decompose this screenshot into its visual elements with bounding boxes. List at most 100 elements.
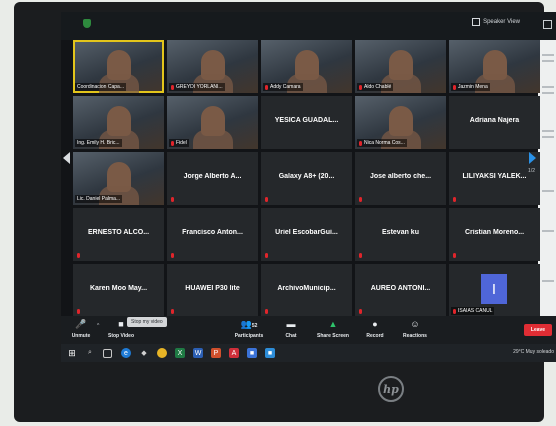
- search-icon[interactable]: ⌕: [85, 348, 95, 358]
- file-explorer-icon[interactable]: ◆: [139, 348, 149, 358]
- participant-tile[interactable]: Karen Moo May...: [73, 264, 164, 317]
- participant-video: [98, 50, 139, 93]
- participant-tile[interactable]: Adriana Najera: [449, 96, 540, 149]
- participant-tile[interactable]: GREYDI YORLANI...: [167, 40, 258, 93]
- participant-tile[interactable]: ArchivoMunicip...: [261, 264, 352, 317]
- mic-muted-icon: [77, 253, 80, 258]
- participant-tile[interactable]: I ISAIAS CANUL: [449, 264, 540, 317]
- reactions-button[interactable]: ☺ Reactions: [397, 319, 433, 339]
- chat-icon: ▬: [286, 319, 296, 329]
- participant-avatar: I: [481, 274, 507, 304]
- previous-page-arrow[interactable]: [63, 152, 70, 164]
- participant-label: Aldo Chablé: [357, 83, 394, 91]
- view-toggle-button[interactable]: Speaker View: [472, 18, 520, 26]
- participants-icon: 👥52: [240, 319, 258, 329]
- record-button[interactable]: ● Record: [357, 319, 393, 339]
- word-icon[interactable]: W: [193, 348, 203, 358]
- participant-tile[interactable]: HUAWEI P30 lite: [167, 264, 258, 317]
- participant-tile[interactable]: Addy Camara: [261, 40, 352, 93]
- participant-tile[interactable]: Fidel: [167, 96, 258, 149]
- pdf-icon[interactable]: A: [229, 348, 239, 358]
- participant-tile[interactable]: Lic. Daniel Palma...: [73, 152, 164, 205]
- participant-tile[interactable]: YESICA GUADAL...: [261, 96, 352, 149]
- participant-tile[interactable]: Uriel EscobarGui...: [261, 208, 352, 261]
- zoom-meeting-icon[interactable]: ■: [265, 348, 275, 358]
- participant-tile[interactable]: ERNESTO ALCO...: [73, 208, 164, 261]
- windows-start-icon[interactable]: ⊞: [67, 348, 77, 358]
- participant-name-center: Jose alberto che...: [369, 173, 432, 180]
- chat-side-panel: [538, 40, 556, 330]
- participant-label: [263, 308, 270, 315]
- meeting-topbar: Speaker View: [61, 12, 556, 40]
- next-page-arrow[interactable]: [529, 152, 536, 164]
- edge-icon[interactable]: e: [121, 348, 131, 358]
- participant-tile[interactable]: Francisco Anton...: [167, 208, 258, 261]
- participant-tile[interactable]: Jose alberto che...: [355, 152, 446, 205]
- participant-name-center: AUREO ANTONI...: [370, 285, 431, 292]
- participant-tile[interactable]: LILIYAKSI YALEK...: [449, 152, 540, 205]
- participant-label: [451, 252, 458, 259]
- participant-name: Jazmin Mena: [458, 84, 488, 90]
- unmute-button[interactable]: 🎤 Unmute: [63, 319, 99, 339]
- powerpoint-icon[interactable]: P: [211, 348, 221, 358]
- participant-tile[interactable]: Jorge Alberto A...: [167, 152, 258, 205]
- participant-tile[interactable]: Estevan ku: [355, 208, 446, 261]
- participant-video: [380, 106, 421, 149]
- participant-label: Coordinacion Capa...: [75, 83, 126, 91]
- participant-label: Fidel: [169, 139, 189, 147]
- participant-name-center: ArchivoMunicip...: [277, 285, 336, 292]
- participant-video: [192, 106, 233, 149]
- participant-name: Nica Norma Cos...: [364, 140, 405, 146]
- participant-tile[interactable]: AUREO ANTONI...: [355, 264, 446, 317]
- mic-muted-icon: [359, 309, 362, 314]
- mic-muted-icon: [171, 253, 174, 258]
- participant-name-center: HUAWEI P30 lite: [185, 285, 240, 292]
- mic-muted-icon: [359, 253, 362, 258]
- mic-muted-icon: [453, 253, 456, 258]
- participant-name-center: Cristian Moreno...: [464, 229, 525, 236]
- chat-button[interactable]: ▬ Chat: [273, 319, 309, 339]
- participant-tile[interactable]: Cristian Moreno...: [449, 208, 540, 261]
- participant-name-center: Francisco Anton...: [182, 229, 243, 236]
- participant-name: ISAIAS CANUL: [458, 308, 493, 314]
- mic-muted-icon: [171, 197, 174, 202]
- grid-icon: [472, 18, 481, 26]
- participant-name: Aldo Chablé: [364, 84, 392, 90]
- audio-options-caret[interactable]: ^: [97, 323, 99, 329]
- participant-tile[interactable]: Galaxy A8+ (20...: [261, 152, 352, 205]
- mic-muted-icon: [359, 197, 362, 202]
- participant-name: Addy Camara: [270, 84, 301, 90]
- mic-muted-icon: [171, 140, 174, 146]
- mic-muted-icon: [359, 84, 362, 90]
- task-view-icon[interactable]: [103, 349, 112, 358]
- system-tray: 29°C Muy soleado: [513, 349, 554, 355]
- participants-button[interactable]: 👥52 Participants: [231, 319, 267, 339]
- mic-muted-icon: 🎤: [75, 319, 87, 329]
- participant-video: [286, 50, 327, 93]
- participant-video: [98, 106, 139, 149]
- excel-icon[interactable]: X: [175, 348, 185, 358]
- mic-muted-icon: [265, 197, 268, 202]
- participant-label: Ing. Emily H. Bric...: [75, 139, 122, 147]
- participant-tile[interactable]: Coordinacion Capa...: [73, 40, 164, 93]
- participant-tile[interactable]: Nica Norma Cos...: [355, 96, 446, 149]
- participant-label: [263, 196, 270, 203]
- weather-widget[interactable]: 29°C Muy soleado: [513, 349, 554, 355]
- mic-muted-icon: [453, 197, 456, 202]
- zoom-icon[interactable]: ■: [247, 348, 257, 358]
- leave-button[interactable]: Leave: [524, 324, 552, 336]
- participant-name: Fidel: [176, 140, 187, 146]
- participant-name-center: Jorge Alberto A...: [183, 173, 242, 180]
- chrome-icon[interactable]: [157, 348, 167, 358]
- fullscreen-icon[interactable]: [543, 20, 552, 29]
- participant-name-center: Galaxy A8+ (20...: [278, 173, 335, 180]
- reactions-icon: ☺: [410, 319, 420, 329]
- windows-taskbar: ⊞ ⌕ e ◆ X W P A ■ ■ 29°C Muy soleado: [61, 344, 556, 362]
- participant-tile[interactable]: Ing. Emily H. Bric...: [73, 96, 164, 149]
- share-screen-button[interactable]: ▲ Share Screen: [315, 319, 351, 339]
- shield-icon[interactable]: [83, 19, 91, 28]
- participant-label: Addy Camara: [263, 83, 303, 91]
- participant-name-center: Adriana Najera: [469, 117, 520, 124]
- participant-tile[interactable]: Aldo Chablé: [355, 40, 446, 93]
- participant-tile[interactable]: Jazmin Mena: [449, 40, 540, 93]
